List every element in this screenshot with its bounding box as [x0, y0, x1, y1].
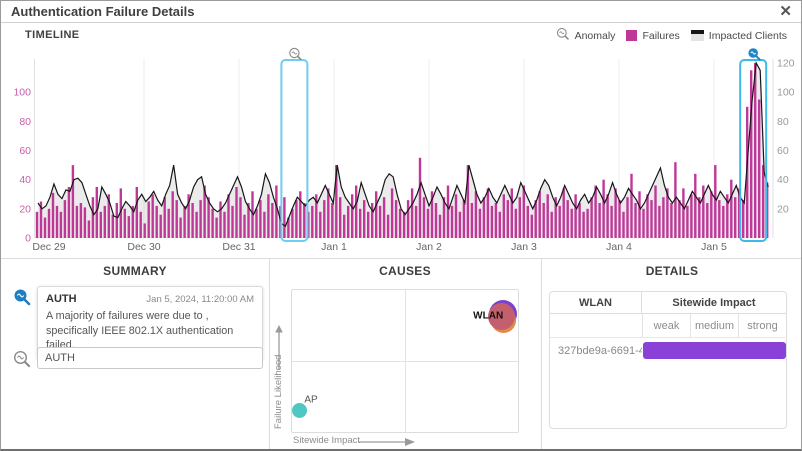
section-divider — [1, 258, 801, 259]
quadrant-chart[interactable]: WLAN AP — [291, 289, 519, 433]
details-table-row[interactable]: 327bde9a-6691-4... — [550, 338, 786, 363]
timeline-legend: Anomaly Failures Impacted Clients — [556, 27, 793, 44]
svg-text:0: 0 — [25, 233, 31, 245]
svg-text:Jan 4: Jan 4 — [606, 241, 632, 253]
svg-text:Jan 1: Jan 1 — [321, 241, 347, 253]
svg-text:40: 40 — [777, 174, 789, 186]
summary-heading: SUMMARY — [1, 264, 269, 278]
svg-text:20: 20 — [777, 203, 789, 215]
svg-text:Jan 2: Jan 2 — [416, 241, 442, 253]
impact-level-strong: strong — [738, 314, 786, 337]
svg-text:Jan 5: Jan 5 — [701, 241, 727, 253]
sitewide-impact-bar — [643, 342, 786, 359]
svg-text:100: 100 — [13, 87, 31, 99]
svg-text:80: 80 — [19, 116, 31, 128]
anomaly-region-icon[interactable] — [290, 48, 301, 59]
details-heading: DETAILS — [541, 264, 802, 278]
causes-x-axis-label: Sitewide Impact — [293, 435, 360, 446]
sitewide-impact-arrow-icon — [357, 435, 417, 451]
anomaly-type-label: AUTH — [46, 293, 77, 305]
svg-text:100: 100 — [777, 87, 795, 99]
legend-impacted-label: Impacted Clients — [709, 30, 787, 42]
legend-anomaly-label: Anomaly — [575, 30, 616, 42]
svg-text:Dec 31: Dec 31 — [222, 241, 255, 253]
svg-text:Jan 3: Jan 3 — [511, 241, 537, 253]
left-axis-ticks: 0 20 40 60 80 100 — [13, 87, 31, 245]
right-axis-ticks: 20 40 60 80 100 120 — [777, 58, 795, 216]
dialog-title: Authentication Failure Details — [11, 4, 194, 19]
anomaly-magnifier-icon — [556, 27, 570, 44]
details-table: WLAN Sitewide Impact weak medium strong … — [549, 291, 787, 429]
svg-text:80: 80 — [777, 116, 789, 128]
timeline-section-label: TIMELINE — [25, 29, 80, 41]
anomaly-filter-icon — [13, 350, 31, 373]
svg-text:Dec 29: Dec 29 — [32, 241, 65, 253]
anomaly-detected-icon — [13, 288, 31, 311]
close-icon[interactable]: ✕ — [779, 3, 792, 21]
causes-y-axis-label: Failure Likelihood — [273, 355, 284, 429]
svg-text:20: 20 — [19, 203, 31, 215]
legend-failures-swatch — [626, 30, 637, 41]
impact-level-weak: weak — [642, 314, 690, 337]
auth-failure-details-dialog: Authentication Failure Details ✕ TIMELIN… — [0, 0, 802, 451]
details-col-wlan: WLAN — [550, 292, 642, 313]
svg-text:40: 40 — [19, 174, 31, 186]
svg-text:60: 60 — [777, 145, 789, 157]
bubble-label: AP — [304, 395, 317, 406]
panel-divider-right — [541, 259, 542, 449]
anomaly-region-icon[interactable] — [748, 48, 759, 59]
svg-text:60: 60 — [19, 145, 31, 157]
x-axis-day-labels: Dec 29 Dec 30 Dec 31 Jan 1 Jan 2 Jan 3 Jan 4 Ja… — [32, 241, 727, 253]
legend-failures-label: Failures — [642, 30, 679, 42]
timeline-chart[interactable]: 02040608010020406080100120Dec 29Dec 30De… — [1, 47, 802, 257]
dialog-titlebar: Authentication Failure Details ✕ — [1, 1, 801, 23]
quadrant-horizontal-line — [292, 361, 518, 362]
wlan-id-cell: 327bde9a-6691-4... — [550, 345, 642, 357]
impact-level-medium: medium — [690, 314, 738, 337]
details-col-impact: Sitewide Impact — [642, 297, 786, 309]
bubble-label: WLAN — [473, 310, 503, 321]
panel-divider-left — [269, 259, 270, 449]
legend-impacted-swatch — [691, 30, 704, 41]
causes-heading: CAUSES — [269, 264, 541, 278]
details-subheader-row: weak medium strong — [550, 314, 786, 338]
details-header-row: WLAN Sitewide Impact — [550, 292, 786, 314]
svg-text:120: 120 — [777, 58, 795, 70]
anomaly-timestamp: Jan 5, 2024, 11:20:00 AM — [146, 294, 254, 305]
anomaly-type-input[interactable] — [37, 347, 263, 369]
svg-text:Dec 30: Dec 30 — [127, 241, 160, 253]
